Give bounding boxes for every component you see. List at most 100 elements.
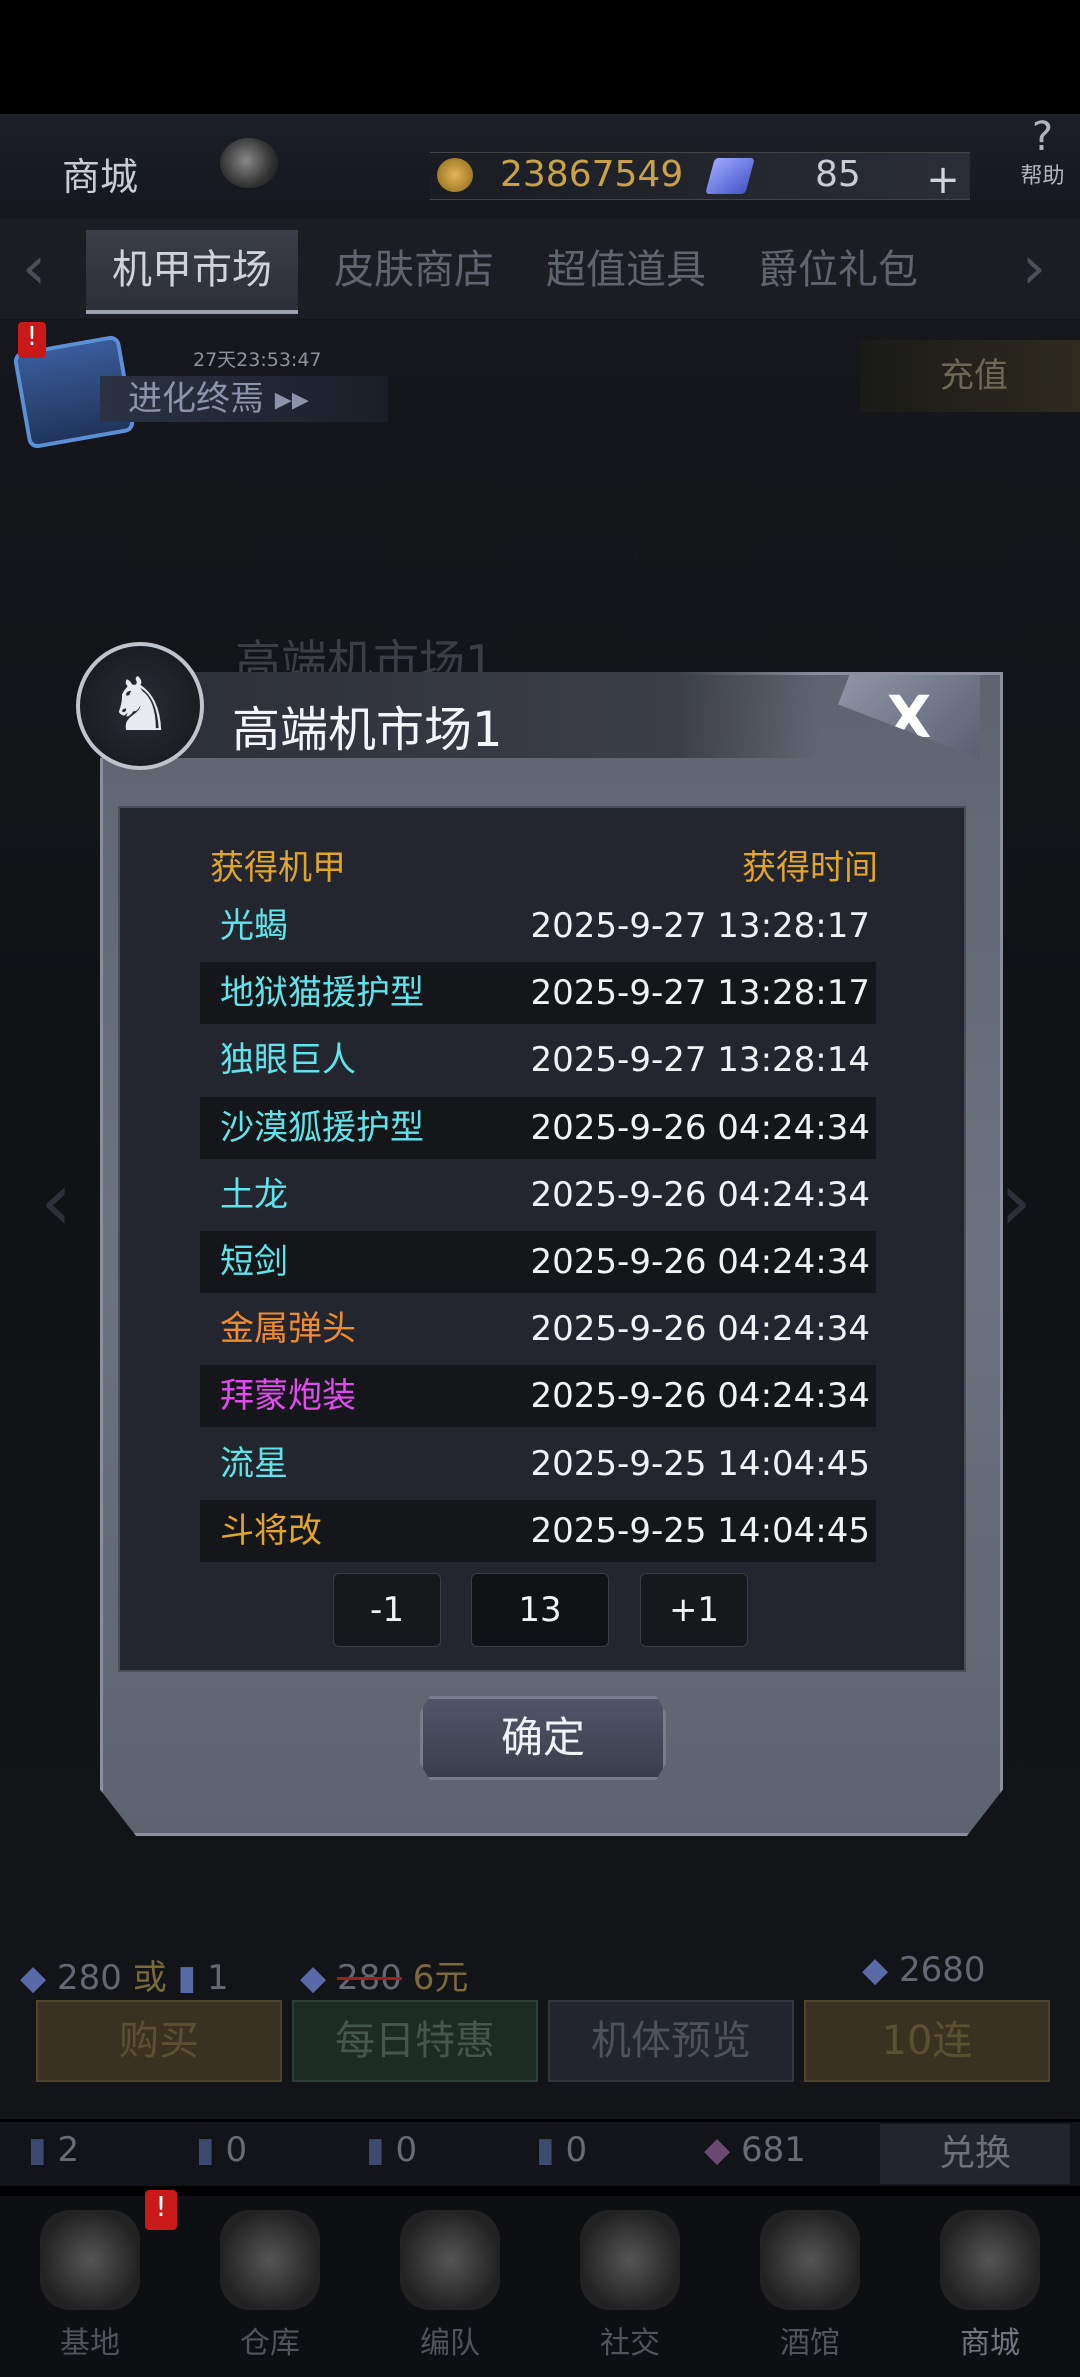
obtained-time: 2025-9-26 04:24:34 — [530, 1376, 870, 1417]
obtained-time: 2025-9-27 13:28:17 — [530, 906, 870, 946]
mecha-name: 地狱猫援护型 — [220, 973, 424, 1014]
dialog-title: 高端机市场1 — [232, 702, 503, 758]
old-price: 280 — [336, 1958, 402, 1998]
mecha-name: 土龙 — [220, 1174, 288, 1215]
ten-pull-button[interactable]: 10连 — [804, 2000, 1050, 2082]
confirm-button[interactable]: 确定 — [420, 1696, 666, 1780]
ticket-icon: ▮ — [177, 1958, 197, 1998]
table-row: 斗将改 2025-9-25 14:04:45 — [200, 1499, 876, 1562]
table-row: 土龙 2025-9-26 04:24:34 — [200, 1164, 876, 1226]
obtained-time: 2025-9-25 14:04:45 — [530, 1443, 870, 1484]
obtained-time: 2025-9-25 14:04:45 — [530, 1510, 870, 1551]
mecha-emblem-icon: ♞ — [76, 642, 204, 770]
crystal-icon: ◆ — [704, 2130, 731, 2170]
diamond-amount: 85 — [815, 154, 861, 195]
ten-price: ◆ 2680 — [862, 1950, 986, 1990]
event-label[interactable]: 进化终焉 ▸▸ — [100, 376, 388, 422]
tab-left-arrow-icon[interactable]: ‹ — [22, 238, 46, 298]
base-icon — [40, 2210, 140, 2310]
nav-social[interactable]: 社交 — [550, 2200, 710, 2375]
obtained-time: 2025-9-26 04:24:34 — [530, 1107, 870, 1148]
table-row: 短剑 2025-9-26 04:24:34 — [200, 1231, 876, 1293]
nav-formation[interactable]: 编队 — [370, 2200, 530, 2375]
mecha-name: 独眼巨人 — [220, 1040, 356, 1081]
tab-mecha-market[interactable]: 机甲市场 — [86, 230, 298, 314]
column-mecha: 获得机甲 — [210, 848, 346, 888]
obtained-time: 2025-9-26 04:24:34 — [530, 1309, 870, 1350]
table-row: 流星 2025-9-25 14:04:45 — [200, 1433, 876, 1495]
recharge-button[interactable]: 充值 — [860, 340, 1080, 412]
mecha-name: 短剑 — [220, 1242, 288, 1282]
rmb-price: 6元 — [412, 1958, 469, 1998]
mecha-name: 金属弹头 — [220, 1309, 356, 1350]
add-diamond-button[interactable]: + — [918, 160, 968, 200]
exchange-button[interactable]: 兑换 — [880, 2124, 1070, 2184]
tavern-icon — [760, 2210, 860, 2310]
price-line: ◆ 280 或 ▮ 1 — [20, 1950, 229, 1999]
inventory-item: ▮ 0 — [366, 2130, 418, 2170]
obtained-time: 2025-9-26 04:24:34 — [530, 1174, 870, 1215]
gold-coin-icon — [437, 158, 473, 192]
event-alert-badge: ! — [18, 322, 46, 358]
table-row: 金属弹头 2025-9-26 04:24:34 — [200, 1298, 876, 1360]
mecha-name: 斗将改 — [220, 1510, 322, 1551]
tab-skin-shop[interactable]: 皮肤商店 — [308, 230, 520, 310]
table-row: 拜蒙炮装 2025-9-26 04:24:34 — [200, 1365, 876, 1428]
store-orb-icon — [220, 138, 278, 188]
discount-price: ◆ 280 6元 — [300, 1950, 468, 1999]
help-label: 帮助 — [1020, 164, 1065, 189]
inventory-item: ◆ 681 — [704, 2130, 806, 2170]
event-timer: 27天23:53:47 — [193, 349, 322, 371]
table-row: 独眼巨人 2025-9-27 13:28:14 — [200, 1029, 876, 1091]
page-title: 商城 — [62, 155, 139, 199]
table-row: 地狱猫援护型 2025-9-27 13:28:17 — [200, 962, 876, 1025]
inventory-item: ▮ 2 — [28, 2130, 80, 2170]
status-area — [0, 0, 1080, 114]
diamond-icon: ◆ — [300, 1958, 327, 1998]
price-or: 或 — [132, 1958, 167, 1998]
help-button[interactable]: ? 帮助 — [1005, 116, 1080, 196]
card-icon: ▮ — [536, 2130, 555, 2170]
nav-warehouse[interactable]: 仓库 — [190, 2200, 350, 2375]
obtained-time: 2025-9-27 13:28:14 — [530, 1040, 870, 1081]
table-row: 光蝎 2025-9-27 13:28:17 — [200, 895, 876, 957]
next-arrow-icon[interactable]: › — [1000, 1155, 1032, 1248]
obtained-time: 2025-9-26 04:24:34 — [530, 1242, 870, 1282]
mecha-name: 流星 — [220, 1443, 288, 1484]
nav-shop[interactable]: 商城 — [910, 2200, 1070, 2375]
tab-rank-pack[interactable]: 爵位礼包 — [732, 230, 944, 310]
nav-tavern[interactable]: 酒馆 — [730, 2200, 890, 2375]
mecha-name: 拜蒙炮装 — [220, 1376, 356, 1417]
page-plus-button[interactable]: +1 — [640, 1573, 748, 1647]
price-diamonds: 280 — [56, 1958, 122, 1998]
card-icon: ▮ — [196, 2130, 215, 2170]
gold-amount: 23867549 — [500, 154, 684, 195]
diamond-icon: ◆ — [862, 1950, 889, 1990]
inventory-item: ▮ 0 — [536, 2130, 588, 2170]
buy-button[interactable]: 购买 — [36, 2000, 282, 2082]
daily-deal-button[interactable]: 每日特惠 — [292, 2000, 538, 2082]
tab-right-arrow-icon[interactable]: › — [1022, 238, 1046, 298]
diamond-icon: ◆ — [20, 1958, 47, 1998]
ten-price-value: 2680 — [898, 1950, 986, 1990]
page-number: 13 — [471, 1573, 609, 1647]
mecha-name: 沙漠狐援护型 — [220, 1107, 424, 1148]
nav-alert-badge: ! — [145, 2190, 177, 2230]
prev-arrow-icon[interactable]: ‹ — [40, 1155, 72, 1248]
obtained-time: 2025-9-27 13:28:17 — [530, 973, 870, 1014]
warehouse-icon — [220, 2210, 320, 2310]
mecha-name: 光蝎 — [220, 906, 288, 946]
tab-value-items[interactable]: 超值道具 — [520, 230, 732, 310]
shop-orb-icon — [940, 2210, 1040, 2310]
column-time: 获得时间 — [742, 848, 878, 888]
question-icon: ? — [1031, 114, 1054, 160]
table-row: 沙漠狐援护型 2025-9-26 04:24:34 — [200, 1096, 876, 1159]
inventory-item: ▮ 0 — [196, 2130, 248, 2170]
price-ticket: 1 — [207, 1958, 229, 1998]
preview-button[interactable]: 机体预览 — [548, 2000, 794, 2082]
formation-icon — [400, 2210, 500, 2310]
handshake-icon — [580, 2210, 680, 2310]
page-minus-button[interactable]: -1 — [333, 1573, 441, 1647]
card-icon: ▮ — [28, 2130, 47, 2170]
card-icon: ▮ — [366, 2130, 385, 2170]
